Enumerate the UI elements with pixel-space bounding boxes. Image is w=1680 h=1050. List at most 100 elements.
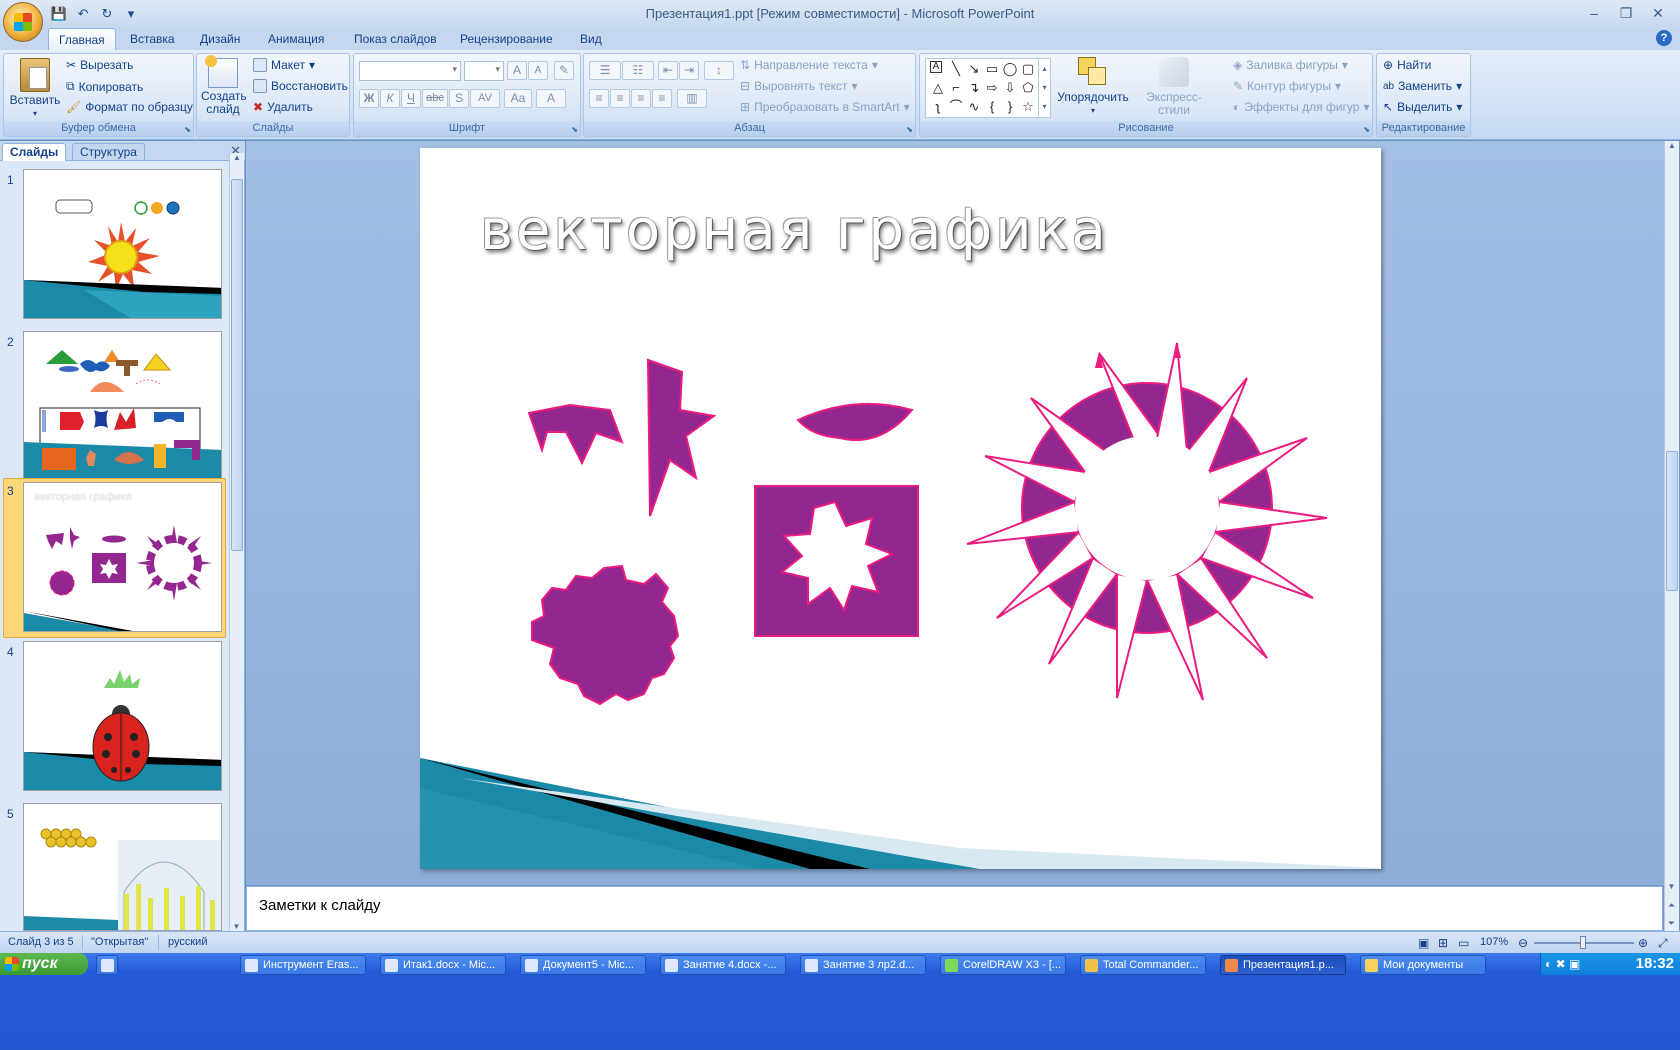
shadow-button[interactable]: S <box>449 89 469 108</box>
scroll-down-icon[interactable]: ▼ <box>1665 882 1678 891</box>
close-button[interactable]: ✕ <box>1644 2 1672 24</box>
dialog-launcher-icon[interactable]: ⬊ <box>906 125 913 134</box>
freeform-shape-icon[interactable]: ʅ <box>930 99 946 115</box>
tab-slideshow[interactable]: Показ слайдов <box>344 28 447 50</box>
italic-button[interactable]: К <box>380 89 400 108</box>
shape-fill-button[interactable]: ◈ Заливка фигуры ▾ <box>1233 58 1348 72</box>
align-text-button[interactable]: ⊟ Выровнять текст ▾ <box>740 79 858 93</box>
zoom-slider-thumb[interactable] <box>1580 936 1586 949</box>
star-shape-icon[interactable]: ☆ <box>1020 99 1036 115</box>
restore-button[interactable]: ❐ <box>1612 2 1640 24</box>
current-slide[interactable]: векторная графика <box>420 148 1381 869</box>
vector-shape-lens[interactable] <box>796 402 914 442</box>
tab-view[interactable]: Вид <box>570 28 612 50</box>
redo-icon[interactable]: ↻ <box>96 4 118 24</box>
dialog-launcher-icon[interactable]: ⬊ <box>1363 125 1370 134</box>
help-icon[interactable]: ? <box>1656 30 1672 46</box>
zoom-out-icon[interactable]: ⊖ <box>1518 936 1528 950</box>
line-spacing-icon[interactable]: ↕ <box>704 61 734 80</box>
slide-thumbnail-4[interactable] <box>23 641 222 791</box>
shrink-font-button[interactable]: A <box>528 61 548 80</box>
shapes-gallery[interactable]: A ╲ ↘ ▭ ◯ ▢ △ ⌐ ↴ ⇨ ⇩ ⬠ ʅ ⌒ ∿ { } ☆ ▴ ▾ ▾ <box>925 58 1051 118</box>
left-brace-shape-icon[interactable]: { <box>984 99 1000 115</box>
paste-button[interactable]: Вставить ▾ <box>7 58 63 120</box>
tab-home[interactable]: Главная <box>48 28 116 50</box>
slides-pane-scrollbar[interactable]: ▲ ▼ <box>229 153 244 931</box>
slide-thumbnail-1[interactable] <box>23 169 222 319</box>
delete-slide-button[interactable]: ✖ Удалить <box>253 100 313 114</box>
numbering-icon[interactable]: ☷ <box>622 61 654 80</box>
select-button[interactable]: ↖ Выделить ▾ <box>1383 100 1462 114</box>
char-spacing-button[interactable]: AV <box>470 89 500 108</box>
underline-button[interactable]: Ч <box>401 89 421 108</box>
show-desktop-icon[interactable] <box>96 955 118 975</box>
replace-button[interactable]: ab Заменить ▾ <box>1383 79 1462 93</box>
shape-effects-button[interactable]: ◐ Эффекты для фигур ▾ <box>1233 100 1370 114</box>
decrease-indent-icon[interactable]: ⇤ <box>658 61 678 80</box>
vector-shape-sun[interactable] <box>966 342 1328 701</box>
elbow-arrow-icon[interactable]: ↴ <box>966 80 982 96</box>
taskbar-item[interactable]: CorelDRAW X3 - [... <box>940 955 1066 975</box>
slide-thumbnail-3[interactable]: векторная графика <box>23 482 222 632</box>
undo-icon[interactable]: ↶ <box>72 4 94 24</box>
dialog-launcher-icon[interactable]: ⬊ <box>571 125 578 134</box>
shape-outline-button[interactable]: ✎ Контур фигуры ▾ <box>1233 79 1341 93</box>
sorter-view-icon[interactable]: ⊞ <box>1438 936 1448 950</box>
taskbar-item[interactable]: Занятие 3 лр2.d... <box>800 955 926 975</box>
arrange-button[interactable]: Упорядочить ▾ <box>1057 57 1129 117</box>
right-arrow-shape-icon[interactable]: ⇨ <box>984 80 1000 96</box>
normal-view-icon[interactable]: ▣ <box>1418 936 1429 950</box>
font-family-combo[interactable]: ▾ <box>359 61 461 81</box>
gallery-scroll[interactable]: ▴ ▾ ▾ <box>1038 59 1050 117</box>
align-right-icon[interactable]: ≡ <box>631 89 651 108</box>
text-direction-button[interactable]: ⇅ Направление текста ▾ <box>740 58 878 72</box>
change-case-button[interactable]: Aa <box>504 89 532 108</box>
bold-button[interactable]: Ж <box>359 89 379 108</box>
align-left-icon[interactable]: ≡ <box>589 89 609 108</box>
main-scrollbar[interactable]: ▲ ▼ ⏶ ⏷ <box>1664 141 1679 931</box>
bullets-icon[interactable]: ☰ <box>589 61 621 80</box>
scroll-up-icon[interactable]: ▲ <box>230 153 244 162</box>
curve-shape-icon[interactable]: ⌒ <box>948 99 964 115</box>
scroll-down-icon[interactable]: ▼ <box>230 922 243 931</box>
format-painter-button[interactable]: 🖌 Формат по образцу <box>66 100 193 114</box>
oval-shape-icon[interactable]: ◯ <box>1002 61 1018 77</box>
increase-indent-icon[interactable]: ⇥ <box>679 61 699 80</box>
textbox-shape-icon[interactable]: A <box>930 61 942 73</box>
triangle-shape-icon[interactable]: △ <box>930 80 946 96</box>
taskbar-item[interactable]: Total Commander... <box>1080 955 1206 975</box>
font-size-combo[interactable]: ▾ <box>464 61 504 81</box>
right-brace-shape-icon[interactable]: } <box>1002 99 1018 115</box>
prev-slide-icon[interactable]: ⏶ <box>1665 900 1678 911</box>
zoom-in-icon[interactable]: ⊕ <box>1638 936 1648 950</box>
taskbar-item[interactable]: Инструмент Eras... <box>240 955 366 975</box>
zoom-level[interactable]: 107% <box>1480 936 1508 948</box>
smartart-button[interactable]: ⊞ Преобразовать в SmartArt ▾ <box>740 100 910 114</box>
arrow-line-shape-icon[interactable]: ↘ <box>966 61 982 77</box>
layout-button[interactable]: Макет ▾ <box>253 58 315 72</box>
tab-animation[interactable]: Анимация <box>258 28 334 50</box>
strikethrough-button[interactable]: abc <box>422 89 448 108</box>
slide-thumbnail-5[interactable] <box>23 803 222 931</box>
dialog-launcher-icon[interactable]: ⬊ <box>184 125 191 134</box>
find-button[interactable]: ⊕ Найти <box>1383 58 1431 72</box>
tab-design[interactable]: Дизайн <box>190 28 250 50</box>
font-color-button[interactable]: A <box>536 89 566 108</box>
down-arrow-shape-icon[interactable]: ⇩ <box>1002 80 1018 96</box>
quick-styles-button[interactable]: Экспресс-стили▾ <box>1132 57 1216 130</box>
line-shape-icon[interactable]: ╲ <box>948 61 964 77</box>
reset-button[interactable]: Восстановить <box>253 79 348 93</box>
start-button[interactable]: пуск <box>0 953 88 975</box>
taskbar-item[interactable]: Занятие 4.docx -... <box>660 955 786 975</box>
save-icon[interactable]: 💾 <box>48 4 70 24</box>
scrollbar-thumb[interactable] <box>1666 451 1678 591</box>
office-button[interactable] <box>3 2 43 42</box>
copy-button[interactable]: ⧉ Копировать <box>66 79 143 94</box>
minimize-button[interactable]: – <box>1580 2 1608 24</box>
taskbar-item[interactable]: Итак1.docx - Mic... <box>380 955 506 975</box>
tab-insert[interactable]: Вставка <box>120 28 185 50</box>
clock[interactable]: 18:32 <box>1636 955 1674 972</box>
tray-icons[interactable]: ◐ ✖ ▣ <box>1545 957 1580 971</box>
tab-review[interactable]: Рецензирование <box>450 28 563 50</box>
tab-outline[interactable]: Структура <box>72 143 145 161</box>
